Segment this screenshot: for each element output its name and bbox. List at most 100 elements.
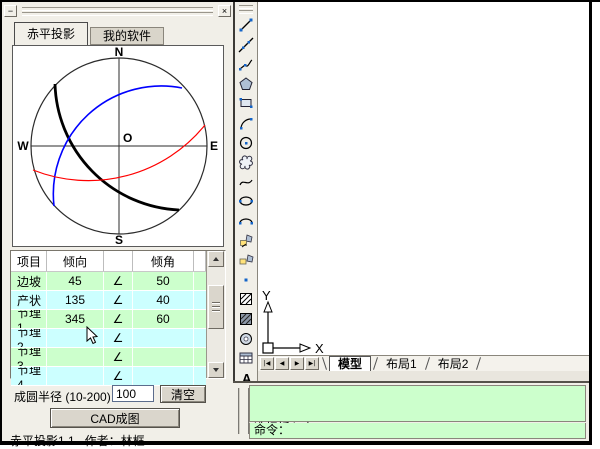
tab-nav-first-button[interactable]: |◀ [260,357,274,370]
table-button[interactable] [237,349,255,367]
scrollbar-thumb[interactable] [208,285,224,329]
command-window: 选择插入点： 命令： 指定对角点： 命令： [233,381,589,441]
window-bottom-border [0,441,592,445]
tab-nav-next-button[interactable]: ▶ [290,357,304,370]
angle-symbol: ∠ [104,367,133,385]
panel-titlebar[interactable]: − × [4,4,231,18]
direction-cell[interactable] [47,367,104,385]
row-item-label: 节理4 [11,367,47,385]
scroll-up-button[interactable] [208,251,224,267]
polyline-icon [238,56,254,72]
direction-cell[interactable]: 45 [47,272,104,290]
table-scrollbar[interactable] [206,251,225,378]
mouse-cursor-icon [86,326,100,346]
arc-button[interactable] [237,114,255,132]
tab-stereographic-projection[interactable]: 赤平投影 [14,22,88,45]
multiline-text-button[interactable]: A [237,369,255,381]
table-row: 节理2 ∠ [11,329,206,348]
row-item-label: 边坡 [11,272,47,290]
ucs-icon: Y X [260,288,330,356]
insert-block-button[interactable] [237,232,255,250]
line-icon [238,17,254,33]
clear-button[interactable]: 清空 [160,385,206,403]
construction-line-button[interactable] [237,36,255,54]
insert-block-icon [238,233,254,249]
region-button[interactable] [237,330,255,348]
spline-button[interactable] [237,173,255,191]
arrow-down-icon [213,368,219,372]
west-label: W [17,139,29,153]
close-button[interactable]: × [218,5,231,17]
scroll-down-button[interactable] [208,362,224,378]
tab-layout2[interactable]: 布局2 [432,357,475,371]
app-window: − × 赤平投影 我的软件 N S W E O [0,0,600,449]
angle-symbol: ∠ [104,310,133,328]
dip-cell[interactable] [133,329,194,347]
close-icon: × [222,6,227,16]
spline-icon [238,174,254,190]
ellipse-button[interactable] [237,192,255,210]
ellipse-arc-icon [238,213,254,229]
gradient-button[interactable] [237,310,255,328]
hatch-button[interactable] [237,290,255,308]
command-prompt: 命令： [254,423,290,437]
dip-cell[interactable] [133,367,194,385]
command-history[interactable]: 选择插入点： 命令： 指定对角点： [249,385,586,422]
tab-nav-prev-button[interactable]: ◀ [275,357,289,370]
toolbar-grip[interactable] [239,5,253,14]
table-row: 产状 135 ∠ 40 [11,291,206,310]
ellipse-arc-button[interactable] [237,212,255,230]
radius-input[interactable] [112,385,154,402]
tab-model[interactable]: 模型 [329,356,371,371]
direction-cell[interactable]: 135 [47,291,104,309]
dip-cell[interactable]: 60 [133,310,194,328]
table-row: 节理4 ∠ [11,367,206,386]
construction-line-icon [238,37,254,53]
radius-label: 成圆半径 (10-200) [14,388,111,405]
header-angle-symbol [104,251,133,271]
row-item-label: 节理3 [11,348,47,366]
angle-symbol: ∠ [104,291,133,309]
cad-plot-button[interactable]: CAD成图 [50,408,180,428]
dip-cell[interactable]: 40 [133,291,194,309]
row-item-label: 产状 [11,291,47,309]
projection-panel: − × 赤平投影 我的软件 N S W E O [2,2,233,441]
dip-cell[interactable]: 50 [133,272,194,290]
minimize-button[interactable]: − [4,5,17,17]
drawing-canvas[interactable]: Y X [258,2,589,355]
south-label: S [115,233,123,246]
make-block-button[interactable] [237,251,255,269]
tab-layout1[interactable]: 布局1 [380,357,423,371]
layout-tab-bar: |◀ ◀ ▶ ▶| 模型 布局1 布局2 [258,355,589,371]
angle-symbol: ∠ [104,348,133,366]
titlebar-grip[interactable] [22,6,213,17]
region-icon [238,331,254,347]
dip-cell[interactable] [133,348,194,366]
angle-symbol: ∠ [104,272,133,290]
stereonet-svg: N S W E O [13,46,223,246]
table-row: 边坡 45 ∠ 50 [11,272,206,291]
direction-cell[interactable] [47,348,104,366]
polygon-button[interactable] [237,75,255,93]
draw-toolbar: A [233,2,258,381]
hatch-icon [238,291,254,307]
point-button[interactable] [237,271,255,289]
tab-nav-last-button[interactable]: ▶| [305,357,319,370]
orientation-table: 项目 倾向 倾角 边坡 45 ∠ 50 产状 135 ∠ 4 [10,250,226,379]
angle-symbol: ∠ [104,329,133,347]
statusbar-gap [258,371,589,381]
ellipse-icon [238,193,254,209]
polyline-button[interactable] [237,55,255,73]
tab-my-software[interactable]: 我的软件 [90,27,164,45]
command-input-line[interactable]: 命令： [249,423,586,439]
rectangle-icon [238,95,254,111]
circle-button[interactable] [237,134,255,152]
rectangle-button[interactable] [237,94,255,112]
north-label: N [115,46,124,59]
make-block-icon [238,252,254,268]
ucs-x-label: X [315,341,324,356]
line-button[interactable] [237,16,255,34]
polygon-icon [238,76,254,92]
ucs-y-label: Y [262,288,271,303]
revision-cloud-button[interactable] [237,153,255,171]
